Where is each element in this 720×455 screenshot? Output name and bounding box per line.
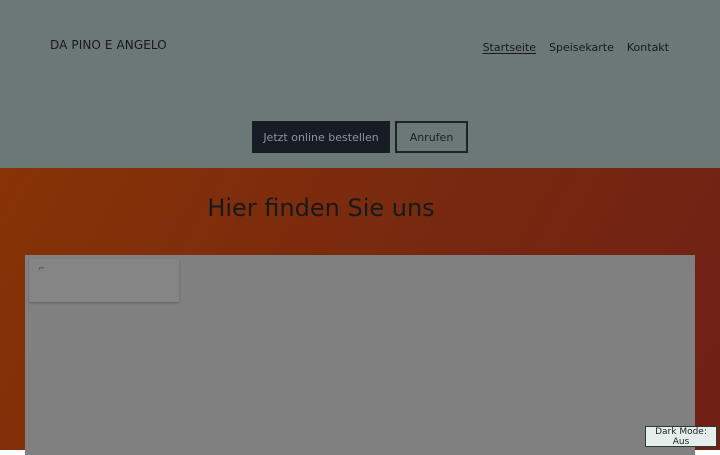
call-button[interactable]: Anrufen bbox=[395, 121, 468, 153]
nav-link-kontakt[interactable]: Kontakt bbox=[627, 41, 669, 54]
map-embed[interactable]: ⌐ bbox=[25, 255, 695, 455]
order-online-button[interactable]: Jetzt online bestellen bbox=[252, 121, 390, 153]
nav-link-speisekarte[interactable]: Speisekarte bbox=[549, 41, 614, 54]
site-header: DA PINO E ANGELO Startseite Speisekarte … bbox=[0, 0, 720, 168]
map-info-card[interactable]: ⌐ bbox=[29, 259, 179, 302]
map-card-icon: ⌐ bbox=[38, 264, 45, 273]
section-title: Hier finden Sie uns bbox=[207, 194, 435, 222]
dark-mode-toggle[interactable]: Dark Mode: Aus bbox=[645, 426, 717, 447]
location-section: Hier finden Sie uns ⌐ bbox=[0, 168, 720, 455]
nav-link-startseite[interactable]: Startseite bbox=[483, 41, 537, 54]
brand-name[interactable]: DA PINO E ANGELO bbox=[50, 38, 167, 52]
main-nav: Startseite Speisekarte Kontakt bbox=[483, 41, 669, 54]
